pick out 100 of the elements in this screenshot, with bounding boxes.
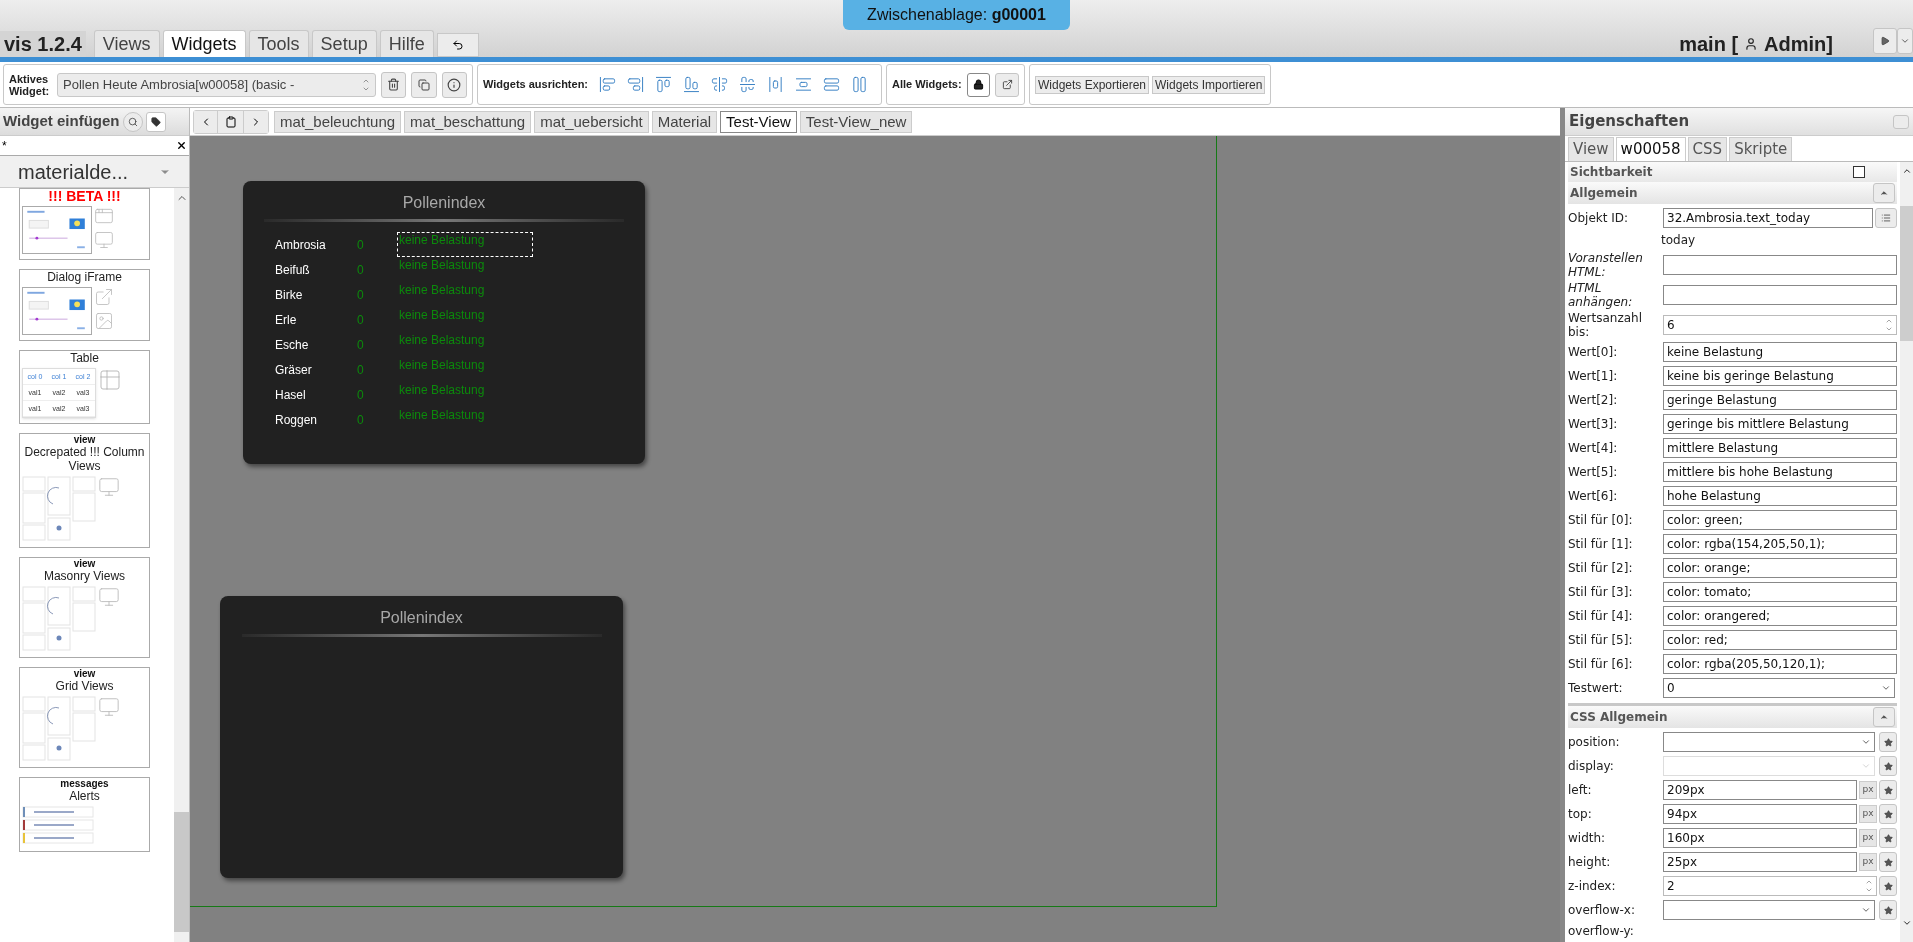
export-import-button[interactable]: Widgets Importieren <box>1152 75 1266 94</box>
widget-template[interactable]: messages Alerts <box>19 777 150 852</box>
active-widget-select[interactable]: Pollen Heute Ambrosia[w00058] (basic - <box>57 72 376 97</box>
undo-button[interactable] <box>436 33 479 57</box>
text-field[interactable]: keine Belastung <box>1663 342 1897 362</box>
export-import-button[interactable]: Widgets Exportieren <box>1035 75 1150 94</box>
clipboard-button[interactable] <box>218 110 244 133</box>
align-icon[interactable] <box>711 76 729 93</box>
text-field[interactable]: color: green; <box>1663 510 1897 530</box>
text-field[interactable]: color: tomato; <box>1663 582 1897 602</box>
object-id-field[interactable]: 32.Ambrosia.text_today <box>1663 208 1873 228</box>
text-field[interactable]: color: rgba(205,50,120,1); <box>1663 654 1897 674</box>
select-field[interactable] <box>1663 900 1875 920</box>
align-icon[interactable] <box>823 76 841 93</box>
page-tab[interactable]: Material <box>651 110 718 133</box>
widget-template[interactable]: view Decrepated !!! Column Views <box>19 433 150 548</box>
pollen-widget[interactable] <box>243 181 645 464</box>
scrollbar-thumb[interactable] <box>174 812 189 932</box>
info-button[interactable] <box>441 71 467 98</box>
menu-tab[interactable]: Tools <box>248 30 309 57</box>
menu-tab[interactable]: Widgets <box>162 30 246 57</box>
pollen-level-text[interactable]: keine Belastung <box>397 232 533 257</box>
property-tab[interactable]: CSS <box>1687 137 1728 161</box>
external-link-button[interactable] <box>995 72 1019 97</box>
scrollbar[interactable] <box>174 188 189 942</box>
pollen-level-text[interactable]: keine Belastung <box>397 282 533 307</box>
select-field[interactable] <box>1663 732 1875 752</box>
page-tab[interactable]: mat_beschattung <box>404 110 532 133</box>
visibility-checkbox[interactable] <box>1853 166 1865 178</box>
star-button[interactable] <box>1879 900 1897 920</box>
page-tab[interactable]: mat_beleuchtung <box>274 110 402 133</box>
text-field[interactable]: mittlere Belastung <box>1663 438 1897 458</box>
align-icon[interactable] <box>683 76 701 93</box>
widget-set-select[interactable]: materialde... <box>0 156 189 188</box>
property-tab[interactable]: w00058 <box>1615 137 1686 161</box>
pollen-level-text[interactable]: keine Belastung <box>397 382 533 407</box>
text-field[interactable]: mittlere bis hohe Belastung <box>1663 462 1897 482</box>
star-button[interactable] <box>1879 828 1897 848</box>
pollen-level-text[interactable]: keine Belastung <box>397 357 533 382</box>
widget-template[interactable]: view Grid Views <box>19 667 150 768</box>
star-button[interactable] <box>1879 732 1897 752</box>
menu-tab[interactable]: Hilfe <box>379 30 434 57</box>
star-button[interactable] <box>1879 876 1897 896</box>
search-button[interactable] <box>122 111 143 132</box>
unit-button[interactable]: px <box>1859 781 1877 799</box>
star-button[interactable] <box>1879 780 1897 800</box>
star-button[interactable] <box>1879 756 1897 776</box>
number-field[interactable]: 2 <box>1663 876 1877 896</box>
text-field[interactable]: 94px <box>1663 804 1857 824</box>
align-icon[interactable] <box>739 76 757 93</box>
align-icon[interactable] <box>627 76 645 93</box>
property-tab[interactable]: View <box>1568 137 1614 161</box>
text-field[interactable]: color: rgba(154,205,50,1); <box>1663 534 1897 554</box>
close-icon[interactable] <box>176 140 187 151</box>
text-field[interactable]: 209px <box>1663 780 1857 800</box>
page-tab[interactable]: Test-View_new <box>799 110 913 133</box>
align-icon[interactable] <box>599 76 617 93</box>
page-tab[interactable]: mat_uebersicht <box>534 110 649 133</box>
previous-button[interactable] <box>194 110 218 133</box>
widget-template[interactable]: Dialog iFrame <box>19 269 150 341</box>
unit-button[interactable]: px <box>1859 853 1877 871</box>
unit-button[interactable]: px <box>1859 805 1877 823</box>
property-tab[interactable]: Skripte <box>1729 137 1793 161</box>
scrollbar-thumb[interactable] <box>1900 206 1913 341</box>
lock-button[interactable] <box>966 72 991 97</box>
play-button[interactable] <box>1873 28 1897 54</box>
page-tab[interactable]: Test-View <box>720 110 797 133</box>
text-field[interactable]: geringe bis mittlere Belastung <box>1663 414 1897 434</box>
tag-button[interactable] <box>145 111 166 132</box>
text-field[interactable]: color: orangered; <box>1663 606 1897 626</box>
widget-template[interactable]: view Masonry Views <box>19 557 150 658</box>
scrollbar[interactable] <box>1900 162 1913 942</box>
pollen-level-text[interactable]: keine Belastung <box>397 307 533 332</box>
list-button[interactable] <box>1875 208 1897 228</box>
text-field[interactable] <box>1663 255 1897 275</box>
number-field[interactable]: 6 <box>1663 315 1897 335</box>
star-button[interactable] <box>1879 852 1897 872</box>
text-field[interactable]: 25px <box>1663 852 1857 872</box>
text-field[interactable]: color: red; <box>1663 630 1897 650</box>
align-icon[interactable] <box>795 76 813 93</box>
text-field[interactable]: color: orange; <box>1663 558 1897 578</box>
widget-template[interactable]: !!! BETA !!! <box>19 188 150 260</box>
star-button[interactable] <box>1879 804 1897 824</box>
text-field[interactable]: 160px <box>1663 828 1857 848</box>
delete-button[interactable] <box>380 71 406 98</box>
pollen-widget[interactable]: Pollenindex <box>220 596 623 878</box>
pollen-level-text[interactable]: keine Belastung <box>397 332 533 357</box>
align-icon[interactable] <box>655 76 673 93</box>
text-field[interactable]: hohe Belastung <box>1663 486 1897 506</box>
pollen-level-text[interactable]: keine Belastung <box>397 257 533 282</box>
align-icon[interactable] <box>851 76 869 93</box>
menu-tab[interactable]: Setup <box>311 30 377 57</box>
select-field[interactable]: 0 <box>1663 678 1895 698</box>
text-field[interactable] <box>1663 285 1897 305</box>
align-icon[interactable] <box>767 76 785 93</box>
pollen-level-text[interactable]: keine Belastung <box>397 407 533 432</box>
unit-button[interactable]: px <box>1859 829 1877 847</box>
menu-tab[interactable]: Views <box>93 30 160 57</box>
text-field[interactable]: geringe Belastung <box>1663 390 1897 410</box>
text-field[interactable]: keine bis geringe Belastung <box>1663 366 1897 386</box>
